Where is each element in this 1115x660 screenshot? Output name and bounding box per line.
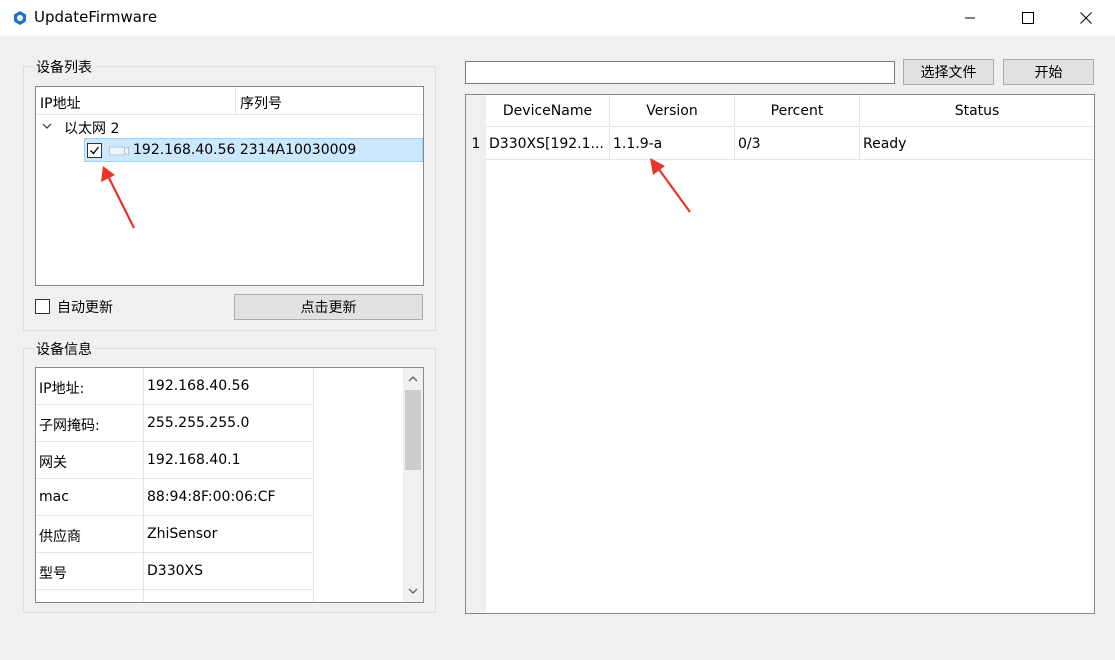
- info-row-model: 型号 D330XS: [36, 553, 314, 590]
- auto-update-checkbox[interactable]: [35, 299, 50, 314]
- select-file-button[interactable]: 选择文件: [903, 59, 994, 85]
- device-entry-text: 192.168.40.56 2314A10030009: [133, 142, 357, 158]
- column-header-serial[interactable]: 序列号: [240, 93, 282, 113]
- device-info-grid[interactable]: IP地址: 192.168.40.56 子网掩码: 255.255.255.0 …: [35, 367, 424, 603]
- column-header-status[interactable]: Status: [860, 95, 1094, 127]
- info-key: 型号: [39, 566, 67, 582]
- scroll-down-icon[interactable]: [407, 585, 419, 597]
- window-title: UpdateFirmware: [34, 8, 158, 26]
- minimize-button[interactable]: [947, 0, 993, 36]
- checkmark-icon: [90, 146, 100, 155]
- maximize-icon: [1022, 12, 1034, 24]
- tree-header: IP地址 序列号: [36, 87, 423, 115]
- info-value[interactable]: 192.168.40.56: [147, 378, 249, 394]
- device-tree[interactable]: IP地址 序列号 以太网 2 192.168.40.56 2314A100300…: [35, 86, 424, 286]
- file-path-input[interactable]: [465, 61, 895, 84]
- device-info-title: 设备信息: [32, 339, 96, 359]
- info-row-mac: mac 88:94:8F:00:06:CF: [36, 479, 314, 516]
- app-icon: [14, 11, 26, 25]
- column-header-ip[interactable]: IP地址: [40, 93, 81, 113]
- chevron-down-icon[interactable]: [42, 121, 52, 131]
- minimize-icon: [965, 17, 975, 19]
- close-icon: [1080, 12, 1092, 24]
- info-row-ip: IP地址: 192.168.40.56: [36, 368, 314, 405]
- info-value[interactable]: D330XS: [147, 563, 203, 579]
- title-bar: UpdateFirmware: [0, 0, 1115, 36]
- info-value[interactable]: ZhiSensor: [147, 526, 217, 542]
- info-row-partial: [36, 590, 314, 602]
- info-row-gateway: 网关 192.168.40.1: [36, 442, 314, 479]
- scroll-thumb[interactable]: [405, 390, 421, 470]
- auto-update-label[interactable]: 自动更新: [57, 297, 113, 317]
- info-row-subnet: 子网掩码: 255.255.255.0: [36, 405, 314, 442]
- row-header-column: [466, 95, 486, 613]
- info-value[interactable]: 88:94:8F:00:06:CF: [147, 489, 276, 505]
- cell-percent[interactable]: 0/3: [735, 128, 860, 160]
- start-button[interactable]: 开始: [1003, 59, 1094, 85]
- close-button[interactable]: [1063, 0, 1109, 36]
- column-header-percent[interactable]: Percent: [735, 95, 860, 127]
- scroll-up-icon[interactable]: [407, 373, 419, 385]
- camera-device-icon: [109, 146, 129, 156]
- column-header-devicename[interactable]: DeviceName: [486, 95, 610, 127]
- refresh-button[interactable]: 点击更新: [234, 294, 423, 320]
- info-key: 网关: [39, 455, 67, 471]
- maximize-button[interactable]: [1005, 0, 1051, 36]
- info-key: 子网掩码:: [39, 418, 100, 434]
- column-separator[interactable]: [235, 87, 236, 114]
- firmware-grid[interactable]: DeviceName Version Percent Status 1 D330…: [465, 94, 1095, 614]
- cell-version[interactable]: 1.1.9-a: [610, 128, 735, 160]
- row-number[interactable]: 1: [466, 128, 486, 160]
- info-row-vendor: 供应商 ZhiSensor: [36, 516, 314, 553]
- info-value[interactable]: 192.168.40.1: [147, 452, 241, 468]
- info-key: 供应商: [39, 529, 81, 545]
- info-key: mac: [39, 489, 69, 505]
- info-value[interactable]: 255.255.255.0: [147, 415, 249, 431]
- network-label: 以太网 2: [64, 121, 120, 137]
- grid-header: DeviceName Version Percent Status: [466, 95, 1094, 127]
- cell-devicename[interactable]: D330XS[192.1...: [486, 128, 610, 160]
- info-key: IP地址:: [39, 381, 85, 397]
- column-header-version[interactable]: Version: [610, 95, 735, 127]
- cell-status[interactable]: Ready: [860, 128, 1094, 160]
- tree-item-device[interactable]: 192.168.40.56 2314A10030009: [84, 138, 423, 162]
- vertical-scrollbar[interactable]: [403, 368, 423, 602]
- device-checkbox[interactable]: [87, 143, 102, 158]
- device-list-title: 设备列表: [32, 57, 96, 77]
